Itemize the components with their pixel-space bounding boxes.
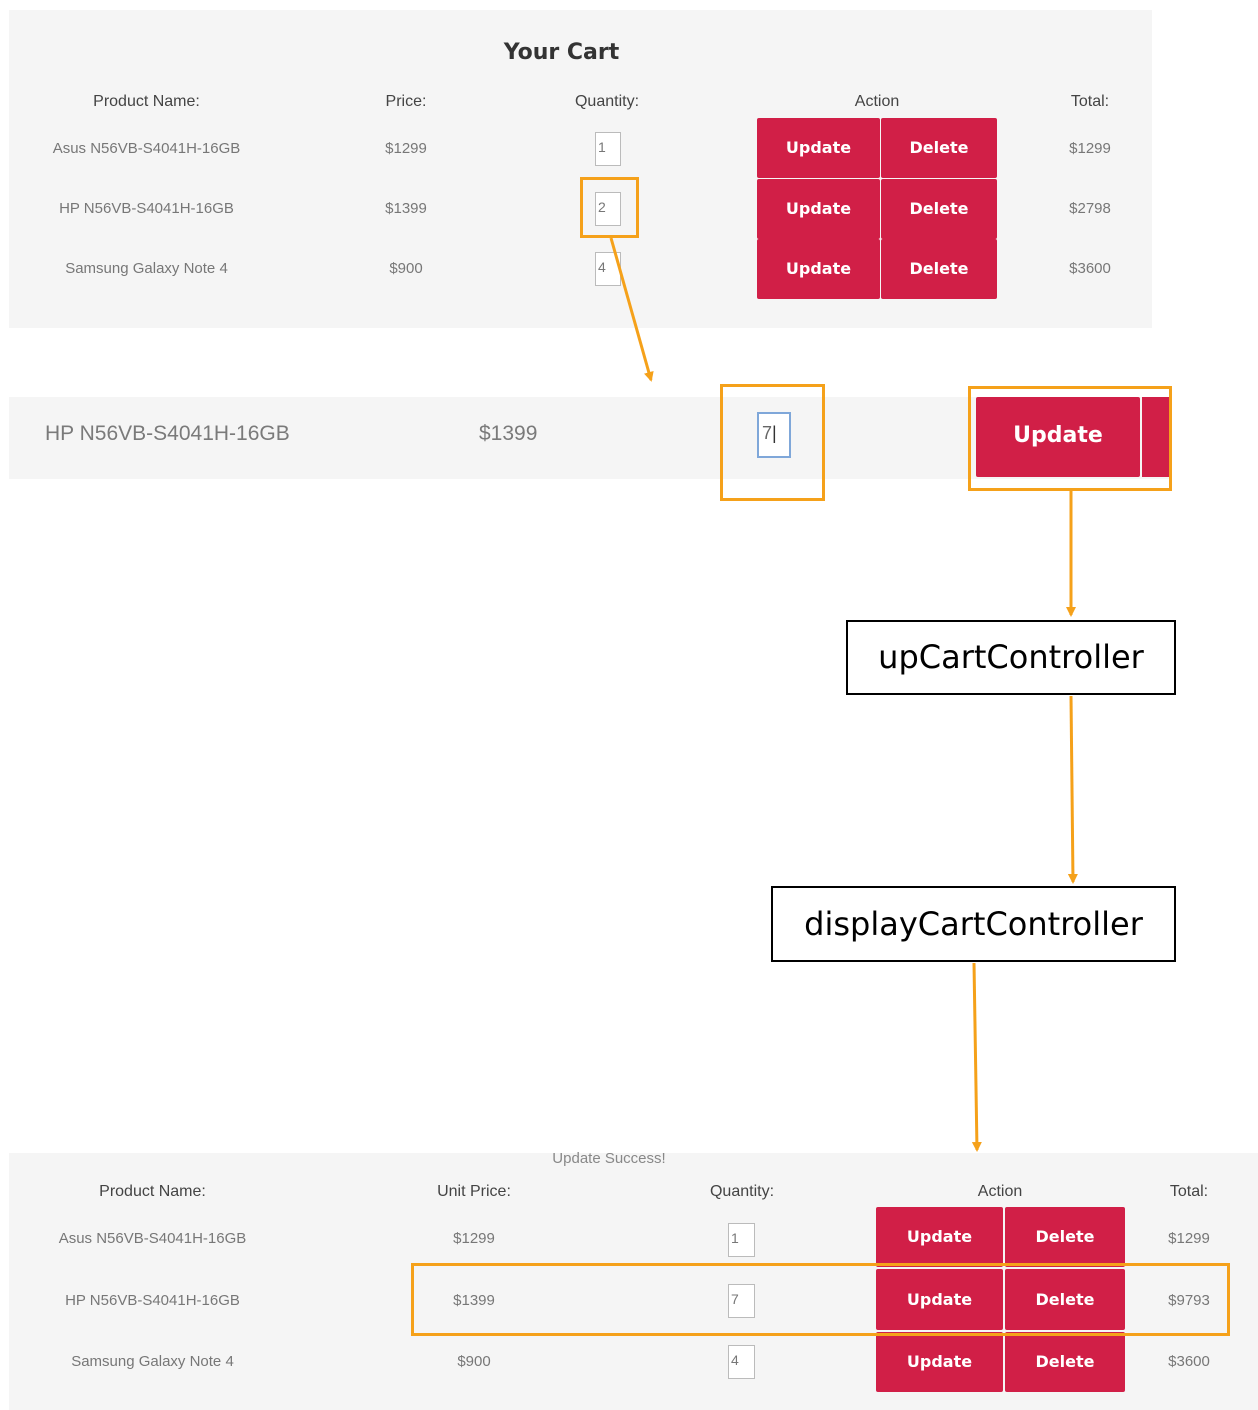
arrow-to-zoom [609, 237, 654, 382]
arrow-to-display-cart-controller [1067, 695, 1078, 884]
arrow-to-updated-cart [971, 962, 982, 1152]
flow-arrows [609, 237, 1078, 1152]
